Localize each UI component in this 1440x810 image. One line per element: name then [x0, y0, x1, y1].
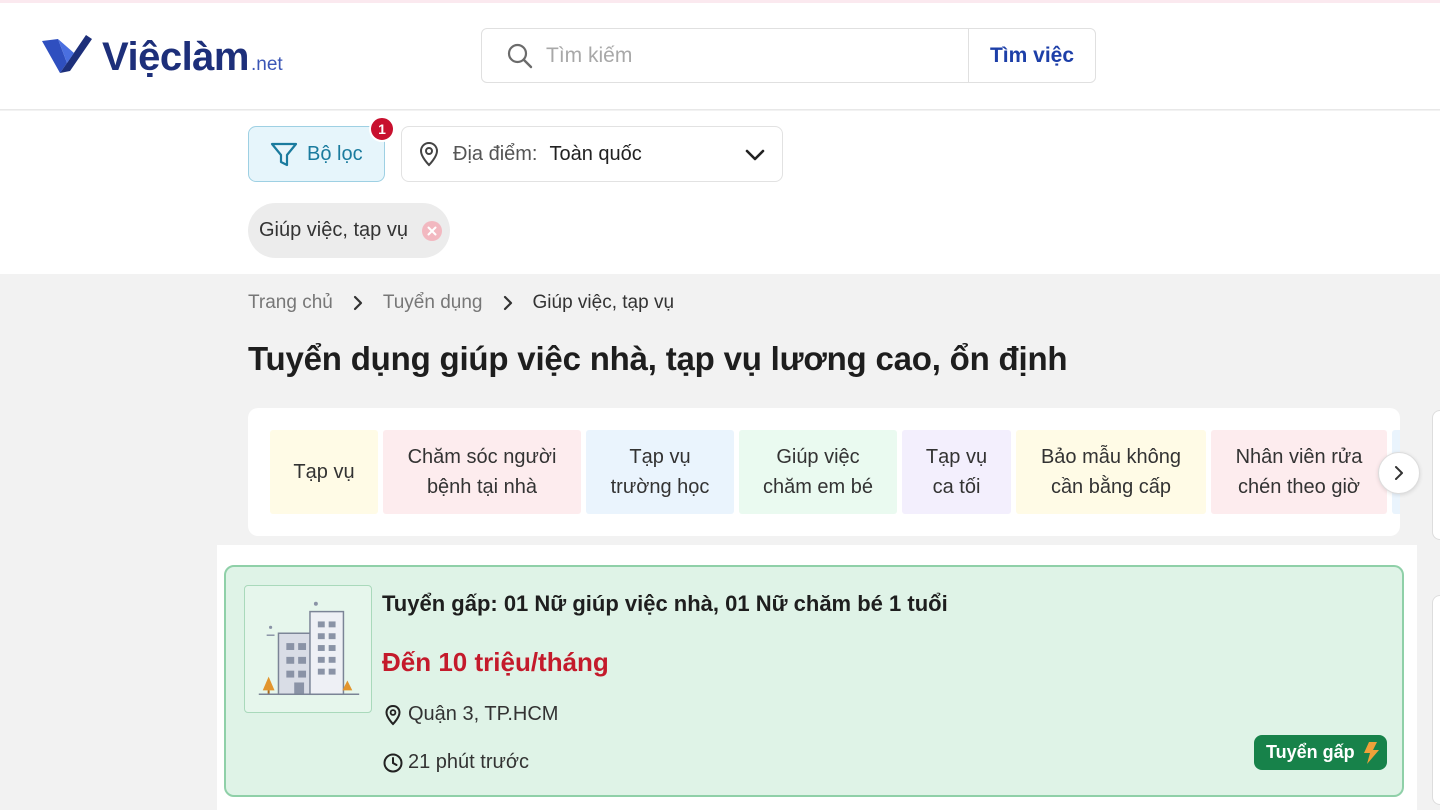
category-item[interactable]: Tạp vụ — [270, 430, 378, 514]
location-value: Toàn quốc — [549, 142, 642, 165]
chevron-right-icon — [503, 295, 512, 311]
filter-button-label: Bộ lọc — [307, 142, 363, 165]
search-bar: Tìm việc — [481, 28, 1096, 83]
site-header: Việclàm .net Tìm việc — [0, 3, 1440, 110]
category-item[interactable]: Giúp việc chăm em bé — [739, 430, 897, 514]
funnel-icon — [270, 142, 298, 167]
category-item[interactable]: Chăm sóc người bệnh tại nhà — [383, 430, 581, 514]
filter-count-badge: 1 — [369, 116, 395, 142]
category-item[interactable]: Tạp vụ ca tối — [902, 430, 1011, 514]
location-label: Địa điểm: — [453, 142, 538, 165]
side-panel-edge — [1432, 410, 1440, 540]
location-dropdown[interactable]: Địa điểm: Toàn quốc — [401, 126, 783, 182]
logo-suffix: .net — [251, 54, 283, 75]
chevron-down-icon — [745, 149, 765, 161]
category-item[interactable]: Tạp vụ trường học — [586, 430, 734, 514]
side-panel-edge — [1432, 595, 1440, 805]
logo-mark-icon — [42, 35, 92, 73]
page-title: Tuyển dụng giúp việc nhà, tạp vụ lương c… — [248, 340, 1068, 377]
company-logo — [244, 585, 372, 713]
filter-bar: Bộ lọc 1 Địa điểm: Toàn quốc Giúp việc, … — [0, 111, 1440, 274]
location-pin-icon — [385, 704, 401, 725]
chevron-right-icon — [1395, 466, 1403, 480]
job-title[interactable]: Tuyển gấp: 01 Nữ giúp việc nhà, 01 Nữ ch… — [382, 591, 948, 617]
job-card[interactable]: Tuyển gấp: 01 Nữ giúp việc nhà, 01 Nữ ch… — [224, 565, 1404, 797]
breadcrumb-recruitment[interactable]: Tuyển dụng — [383, 292, 483, 314]
active-filter-chip-label: Giúp việc, tạp vụ — [259, 219, 408, 241]
logo-text: Việclàm — [102, 35, 250, 79]
location-pin-icon — [419, 141, 439, 167]
active-filter-chip: Giúp việc, tạp vụ — [248, 203, 450, 258]
job-posted-time: 21 phút trước — [382, 751, 529, 774]
urgent-badge: Tuyển gấp — [1254, 735, 1387, 770]
job-salary: Đến 10 triệu/tháng — [382, 647, 609, 677]
breadcrumb-home[interactable]: Trang chủ — [248, 292, 333, 314]
job-location-text: Quận 3, TP.HCM — [408, 703, 559, 725]
clock-icon — [383, 753, 403, 772]
lightning-icon — [1363, 741, 1379, 764]
filter-button[interactable]: Bộ lọc 1 — [248, 116, 395, 182]
job-location: Quận 3, TP.HCM — [382, 703, 558, 726]
search-input[interactable] — [546, 43, 946, 68]
carousel-next-button[interactable] — [1378, 452, 1420, 494]
search-icon — [507, 43, 533, 68]
category-item[interactable]: Nhân viên rửa chén theo giờ — [1211, 430, 1387, 514]
remove-filter-icon[interactable] — [421, 220, 442, 241]
search-button[interactable]: Tìm việc — [968, 29, 1095, 82]
building-icon — [258, 601, 360, 696]
chevron-right-icon — [353, 295, 362, 311]
breadcrumb: Trang chủ Tuyển dụng Giúp việc, tạp vụ — [248, 292, 674, 314]
breadcrumb-current: Giúp việc, tạp vụ — [532, 292, 675, 313]
category-item[interactable]: Bảo mẫu không cần bằng cấp — [1016, 430, 1206, 514]
category-carousel: Tạp vụ Chăm sóc người bệnh tại nhà Tạp v… — [248, 408, 1400, 536]
urgent-badge-label: Tuyển gấp — [1266, 742, 1355, 762]
site-logo[interactable]: Việclàm .net — [40, 33, 283, 77]
job-posted-text: 21 phút trước — [408, 751, 530, 773]
